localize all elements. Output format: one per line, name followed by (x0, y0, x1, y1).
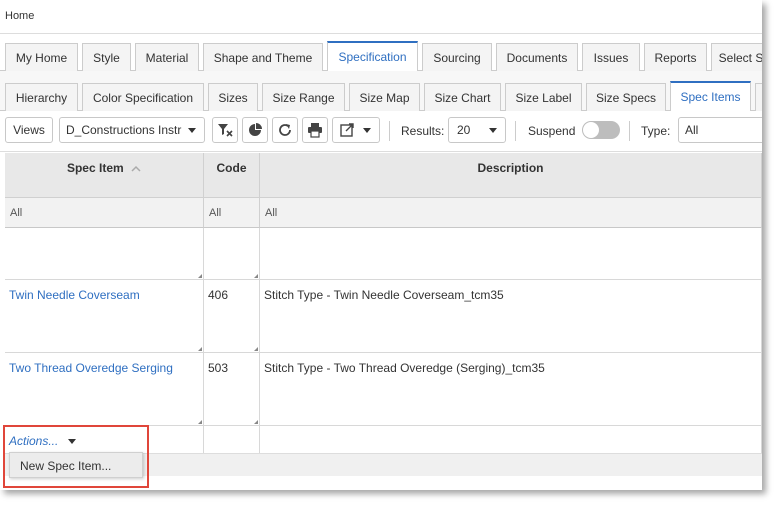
chevron-down-icon (188, 128, 196, 133)
results-select[interactable]: 20 (448, 117, 506, 143)
view-select[interactable]: D_Constructions Instru (59, 117, 205, 143)
description-value: Stitch Type - Two Thread Overedge (Sergi… (264, 361, 545, 375)
sort-ascending-icon (131, 166, 141, 172)
type-value: All (685, 123, 699, 137)
subtab-color-specification[interactable]: Color Specification (82, 83, 204, 111)
tab-reports[interactable]: Reports (644, 43, 707, 71)
sub-tab-row: Hierarchy Color Specification Sizes Size… (0, 71, 762, 111)
table-row-cell: Twin Needle Coverseam (5, 280, 204, 353)
type-label: Type: (641, 124, 671, 138)
tab-sourcing[interactable]: Sourcing (422, 43, 492, 71)
print-button[interactable] (302, 117, 328, 143)
refresh-icon (279, 124, 291, 136)
tab-issues[interactable]: Issues (582, 43, 640, 71)
spec-item-link[interactable]: Twin Needle Coverseam (9, 288, 140, 302)
chevron-down-icon (489, 128, 497, 133)
refresh-button[interactable] (272, 117, 298, 143)
tab-specification[interactable]: Specification (327, 41, 418, 71)
resize-grip-icon (254, 347, 258, 351)
column-header-spec-item[interactable]: Spec Item (5, 153, 204, 198)
print-icon (308, 123, 322, 138)
clear-filter-button[interactable] (212, 117, 238, 143)
column-header-code[interactable]: Code (204, 153, 260, 198)
toolbar-divider (389, 121, 390, 141)
column-header-description[interactable]: Description (260, 153, 762, 198)
app-window: Home My Home Style Material Shape and Th… (0, 0, 762, 490)
filter-description[interactable]: All (260, 198, 762, 228)
table-row-cell[interactable] (260, 228, 762, 280)
export-icon (340, 123, 354, 137)
tab-select[interactable]: Select S (711, 43, 762, 71)
description-cell: Stitch Type - Twin Needle Coverseam_tcm3… (260, 280, 762, 353)
resize-grip-icon (254, 420, 258, 424)
home-breadcrumb-bar: Home (0, 0, 762, 34)
chevron-down-icon (363, 128, 371, 133)
results-label: Results: (401, 124, 445, 138)
type-select[interactable]: All (678, 117, 762, 143)
filter-spec-item[interactable]: All (5, 198, 204, 228)
subtab-more[interactable] (755, 83, 762, 111)
table-row-cell: Two Thread Overedge Serging (5, 353, 204, 426)
column-header-label: Spec Item (66, 161, 124, 175)
subtab-size-map[interactable]: Size Map (349, 83, 420, 111)
suspend-label: Suspend (528, 124, 576, 138)
resize-grip-icon (198, 420, 202, 424)
table-row-cell[interactable] (204, 228, 260, 280)
filter-clear-icon (218, 124, 233, 137)
spec-items-grid: Spec Item Code Description All All All T… (5, 153, 762, 453)
main-tab-row: My Home Style Material Shape and Theme S… (0, 34, 762, 71)
toolbar-divider (629, 121, 630, 141)
tab-documents[interactable]: Documents (496, 43, 578, 71)
spec-item-link[interactable]: Two Thread Overedge Serging (9, 361, 173, 375)
code-value: 406 (208, 288, 229, 302)
chart-button[interactable] (242, 117, 268, 143)
toolbar-divider (515, 121, 516, 141)
code-cell: 406 (204, 280, 260, 353)
subtab-spec-items[interactable]: Spec Items (670, 81, 751, 111)
toggle-knob (583, 122, 599, 138)
resize-grip-icon (254, 274, 258, 278)
suspend-toggle[interactable] (582, 121, 620, 139)
grid-toolbar: Views D_Constructions Instru Results: 20… (0, 111, 762, 152)
results-value: 20 (457, 123, 471, 137)
tab-my-home[interactable]: My Home (5, 43, 78, 71)
actions-row-cell (260, 426, 762, 453)
actions-row-cell (204, 426, 260, 453)
subtab-size-label[interactable]: Size Label (505, 83, 582, 111)
resize-grip-icon (198, 347, 202, 351)
code-value: 503 (208, 361, 229, 375)
table-row-cell[interactable] (5, 228, 204, 280)
filter-code[interactable]: All (204, 198, 260, 228)
view-select-value: D_Constructions Instru (66, 123, 182, 137)
resize-grip-icon (198, 274, 202, 278)
subtab-sizes[interactable]: Sizes (208, 83, 258, 111)
description-cell: Stitch Type - Two Thread Overedge (Sergi… (260, 353, 762, 426)
pie-chart-icon (249, 123, 262, 136)
subtab-hierarchy[interactable]: Hierarchy (5, 83, 78, 111)
subtab-size-chart[interactable]: Size Chart (424, 83, 501, 111)
subtab-size-range[interactable]: Size Range (262, 83, 345, 111)
code-cell: 503 (204, 353, 260, 426)
home-label[interactable]: Home (5, 10, 34, 22)
tab-shape-and-theme[interactable]: Shape and Theme (203, 43, 323, 71)
views-button[interactable]: Views (5, 117, 53, 143)
tab-style[interactable]: Style (82, 43, 131, 71)
callout-highlight-box (3, 425, 149, 488)
description-value: Stitch Type - Twin Needle Coverseam_tcm3… (264, 288, 504, 302)
subtab-size-specs[interactable]: Size Specs (586, 83, 666, 111)
export-button[interactable] (332, 117, 380, 143)
tab-material[interactable]: Material (135, 43, 199, 71)
